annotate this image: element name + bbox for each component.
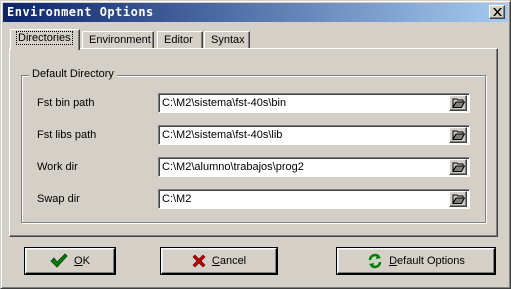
environment-options-dialog: Environment Options Directories Environm… — [0, 0, 511, 289]
fst-libs-path-label: Fst libs path — [37, 129, 97, 141]
swap-dir-field[interactable]: C:\M2 — [158, 189, 470, 209]
open-folder-icon — [452, 162, 465, 173]
fst-libs-path-field[interactable]: C:\M2\sistema\fst-40s\lib — [158, 125, 470, 145]
tab-environment-label: Environment — [89, 34, 151, 46]
fst-bin-path-field[interactable]: C:\M2\sistema\fst-40s\bin — [158, 93, 470, 113]
work-dir-field[interactable]: C:\M2\alumno\trabajos\prog2 — [158, 157, 470, 177]
cancel-button[interactable]: Cancel — [160, 247, 278, 275]
directories-panel: Default Directory Fst bin path C:\M2\sis… — [9, 48, 498, 237]
default-directory-group: Default Directory Fst bin path C:\M2\sis… — [21, 68, 486, 223]
fst-libs-path-value: C:\M2\sistema\fst-40s\lib — [162, 129, 283, 141]
swap-dir-value: C:\M2 — [162, 193, 192, 205]
close-button[interactable] — [489, 5, 505, 19]
fst-bin-path-value: C:\M2\sistema\fst-40s\bin — [162, 97, 287, 109]
group-legend: Default Directory — [29, 68, 117, 80]
x-cross-icon — [192, 254, 206, 268]
swap-dir-browse-button[interactable] — [449, 191, 467, 207]
swap-dir-label: Swap dir — [37, 193, 80, 205]
tab-editor[interactable]: Editor — [157, 31, 203, 49]
open-folder-icon — [452, 194, 465, 205]
fst-bin-path-label: Fst bin path — [37, 97, 95, 109]
work-dir-value: C:\M2\alumno\trabajos\prog2 — [162, 161, 304, 173]
tab-directories-label: Directories — [16, 31, 73, 45]
default-options-button-label: Default Options — [389, 255, 465, 267]
default-options-button[interactable]: Default Options — [336, 247, 496, 275]
window-title: Environment Options — [7, 5, 154, 19]
tab-directories[interactable]: Directories — [10, 29, 80, 50]
tab-syntax[interactable]: Syntax — [204, 31, 250, 49]
cancel-button-label: Cancel — [211, 255, 247, 267]
fst-libs-path-browse-button[interactable] — [449, 127, 467, 143]
open-folder-icon — [452, 98, 465, 109]
fst-bin-path-browse-button[interactable] — [449, 95, 467, 111]
work-dir-label: Work dir — [37, 161, 78, 173]
tab-syntax-label: Syntax — [211, 34, 245, 46]
ok-button[interactable]: OK — [24, 247, 116, 275]
checkmark-icon — [50, 253, 68, 268]
tab-environment[interactable]: Environment — [82, 31, 154, 49]
close-icon — [493, 8, 502, 16]
ok-button-label: OK — [74, 255, 90, 267]
title-bar[interactable]: Environment Options — [3, 3, 508, 22]
tab-editor-label: Editor — [164, 34, 193, 46]
open-folder-icon — [452, 130, 465, 141]
work-dir-browse-button[interactable] — [449, 159, 467, 175]
refresh-arrows-icon — [368, 253, 382, 269]
